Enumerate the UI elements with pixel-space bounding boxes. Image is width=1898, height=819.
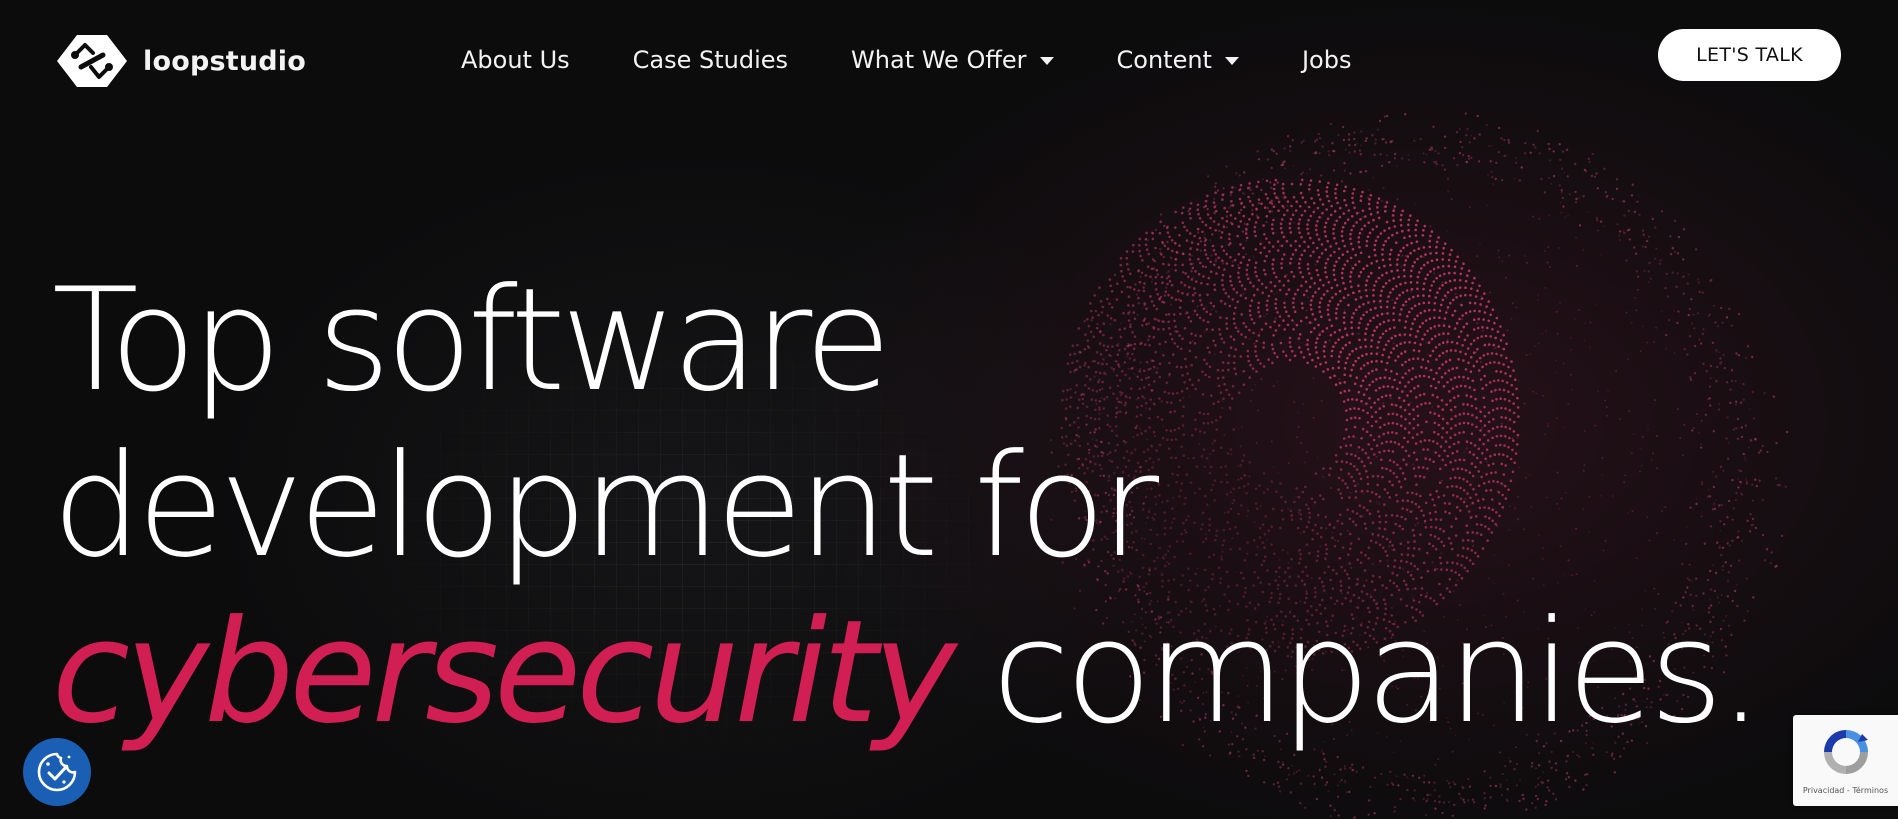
caret-down-icon	[1039, 57, 1054, 65]
hero-section: loopstudio About Us Case Studies What We…	[0, 0, 1898, 819]
loopstudio-logo-icon	[57, 35, 127, 87]
hero-heading: Top software development for cybersecuri…	[52, 258, 1763, 756]
recaptcha-links[interactable]: Privacidad - Términos	[1803, 786, 1888, 795]
nav-item-what-we-offer[interactable]: What We Offer	[851, 46, 1054, 74]
nav-item-content[interactable]: Content	[1117, 46, 1239, 74]
recaptcha-badge[interactable]: Privacidad - Términos	[1793, 715, 1898, 806]
hero-line-3-rest: companies.	[951, 590, 1763, 755]
lets-talk-button[interactable]: LET'S TALK	[1658, 29, 1841, 81]
hero-line-2: development for	[52, 424, 1159, 589]
cookie-consent-icon	[37, 752, 77, 792]
recaptcha-logo-icon	[1823, 730, 1868, 774]
logo-link[interactable]: loopstudio	[55, 33, 306, 89]
nav-item-label: About Us	[461, 46, 570, 74]
nav-item-jobs[interactable]: Jobs	[1302, 46, 1352, 74]
nav-item-case-studies[interactable]: Case Studies	[633, 46, 788, 74]
nav-item-label: What We Offer	[851, 46, 1027, 74]
main-nav: About Us Case Studies What We Offer Cont…	[461, 40, 1351, 80]
hero-line-3: cybersecurity companies.	[52, 590, 1763, 756]
nav-item-label: Case Studies	[632, 46, 789, 74]
nav-item-about-us[interactable]: About Us	[461, 46, 570, 74]
nav-item-label: Jobs	[1301, 46, 1352, 74]
hero-accent-word: cybersecurity	[52, 590, 957, 755]
cookie-consent-button[interactable]	[23, 738, 91, 806]
brand-name: loopstudio	[143, 45, 307, 77]
caret-down-icon	[1224, 57, 1239, 65]
hero-line-1: Top software	[52, 258, 892, 423]
nav-item-label: Content	[1116, 46, 1212, 74]
